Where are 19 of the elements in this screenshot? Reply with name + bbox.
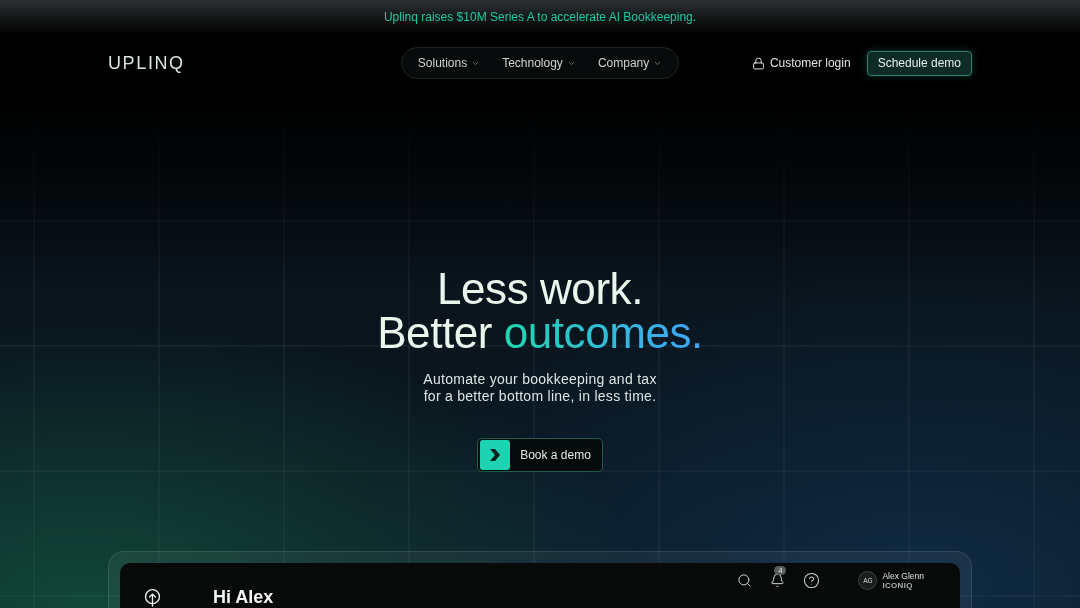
schedule-demo-button[interactable]: Schedule demo: [866, 50, 972, 76]
help-icon[interactable]: [803, 572, 821, 589]
nav-menu-item[interactable]: Company: [597, 54, 663, 72]
hero-subtitle: Automate your bookkeeping and tax for a better bottom line, in less time.: [423, 371, 657, 405]
customer-login-link[interactable]: Customer login: [751, 54, 851, 72]
logo[interactable]: UPLINQ: [108, 54, 185, 72]
user-name: Alex Glenn: [882, 571, 924, 581]
lock-icon: [751, 56, 765, 70]
logo-mark-icon: [144, 588, 161, 607]
search-icon[interactable]: [737, 573, 753, 588]
hero-headline: Less work. Better outcomes.: [377, 267, 703, 355]
nav-menu-item[interactable]: Technology: [502, 54, 576, 72]
announcement-text[interactable]: Uplinq raises $10M Series A to accelerate AI Bookkeeping.: [383, 7, 697, 26]
nav-menu-item[interactable]: Solutions: [417, 54, 481, 72]
chevron-right-icon: [480, 440, 511, 470]
bell-icon[interactable]: [770, 573, 786, 588]
book-demo-button[interactable]: Book a demo: [477, 438, 603, 472]
greeting-heading: Hi Alex: [213, 587, 274, 607]
user-company: ICONIQ: [882, 581, 914, 590]
